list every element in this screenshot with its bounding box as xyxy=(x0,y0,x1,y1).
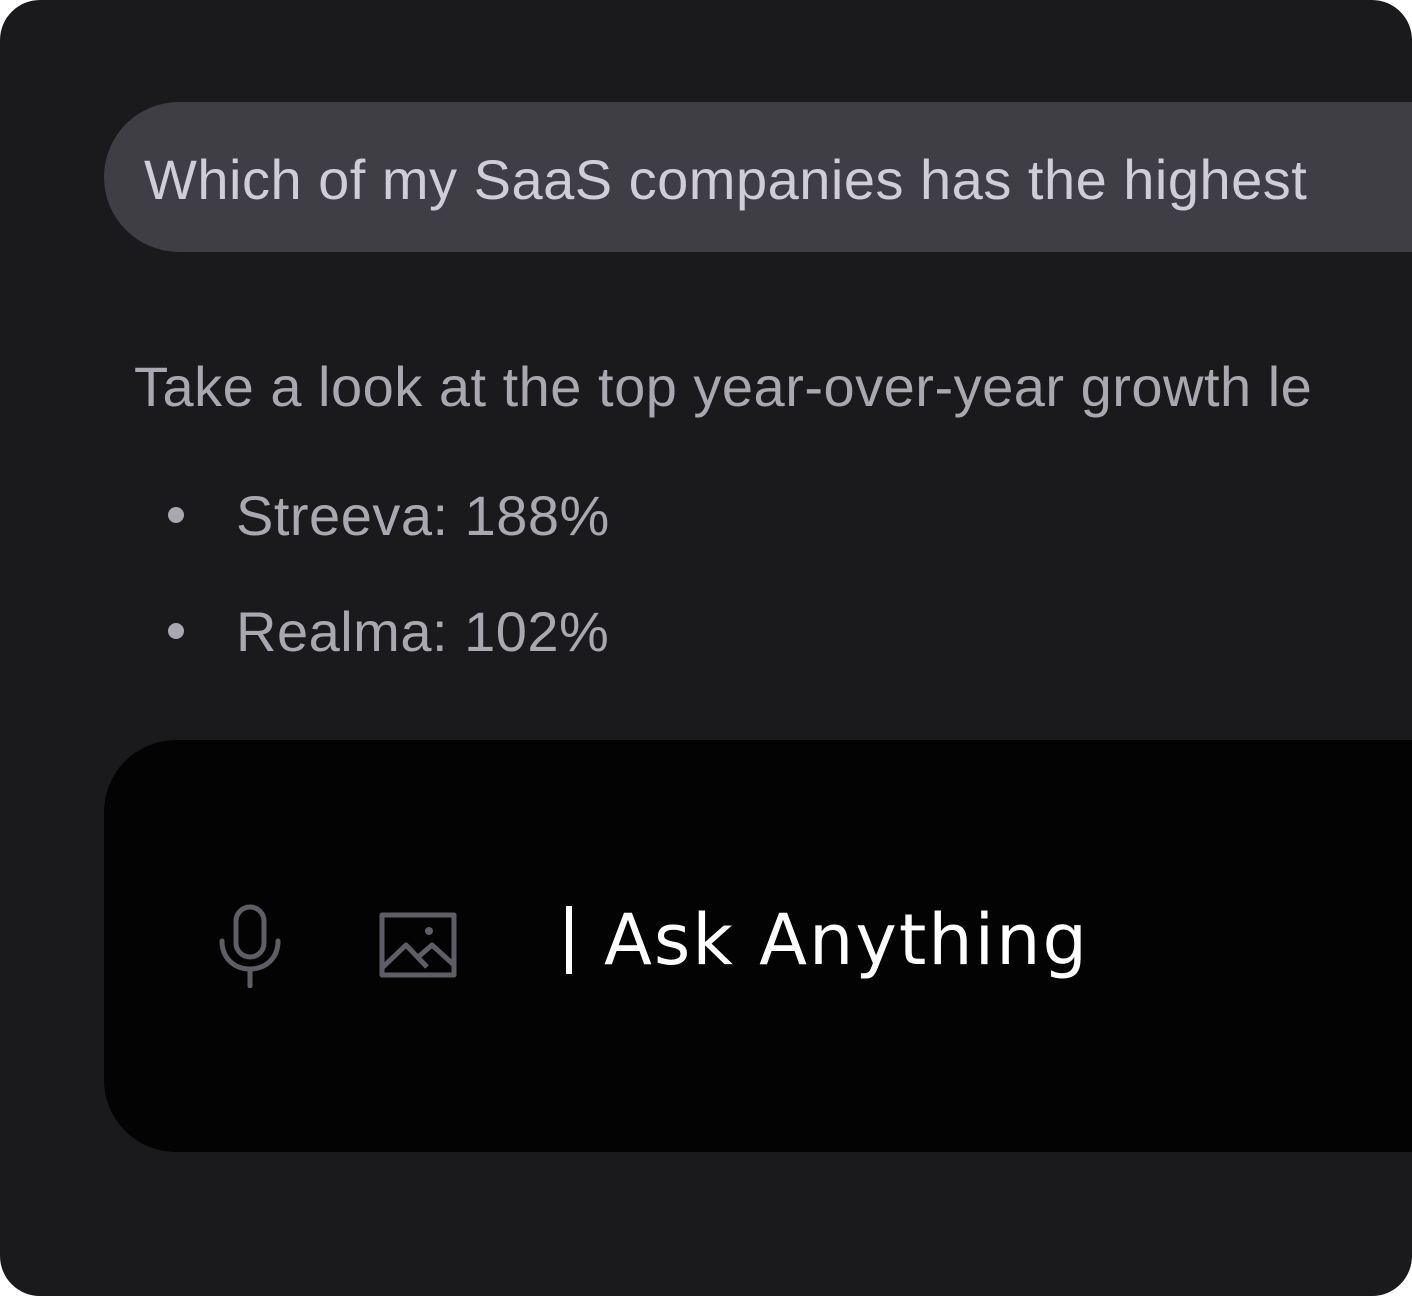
attach-image-button[interactable] xyxy=(376,908,460,982)
microphone-icon xyxy=(219,904,281,988)
user-message-bubble: Which of my SaaS companies has the highe… xyxy=(104,102,1412,252)
list-item: Streeva: 188% xyxy=(160,480,610,550)
list-item: Realma: 102% xyxy=(160,596,610,666)
list-item-label: Streeva: 188% xyxy=(236,483,610,547)
text-cursor xyxy=(566,906,572,974)
image-icon xyxy=(379,912,457,978)
bullet-icon xyxy=(168,507,184,523)
chat-window: Which of my SaaS companies has the highe… xyxy=(0,0,1412,1296)
ask-input[interactable] xyxy=(604,890,1364,990)
bullet-icon xyxy=(168,623,184,639)
list-item-label: Realma: 102% xyxy=(236,599,610,663)
message-composer xyxy=(104,740,1412,1152)
growth-list: Streeva: 188% Realma: 102% xyxy=(160,480,610,712)
assistant-response-intro: Take a look at the top year-over-year gr… xyxy=(134,355,1313,418)
user-message-text: Which of my SaaS companies has the highe… xyxy=(144,147,1308,211)
voice-input-button[interactable] xyxy=(212,900,288,992)
